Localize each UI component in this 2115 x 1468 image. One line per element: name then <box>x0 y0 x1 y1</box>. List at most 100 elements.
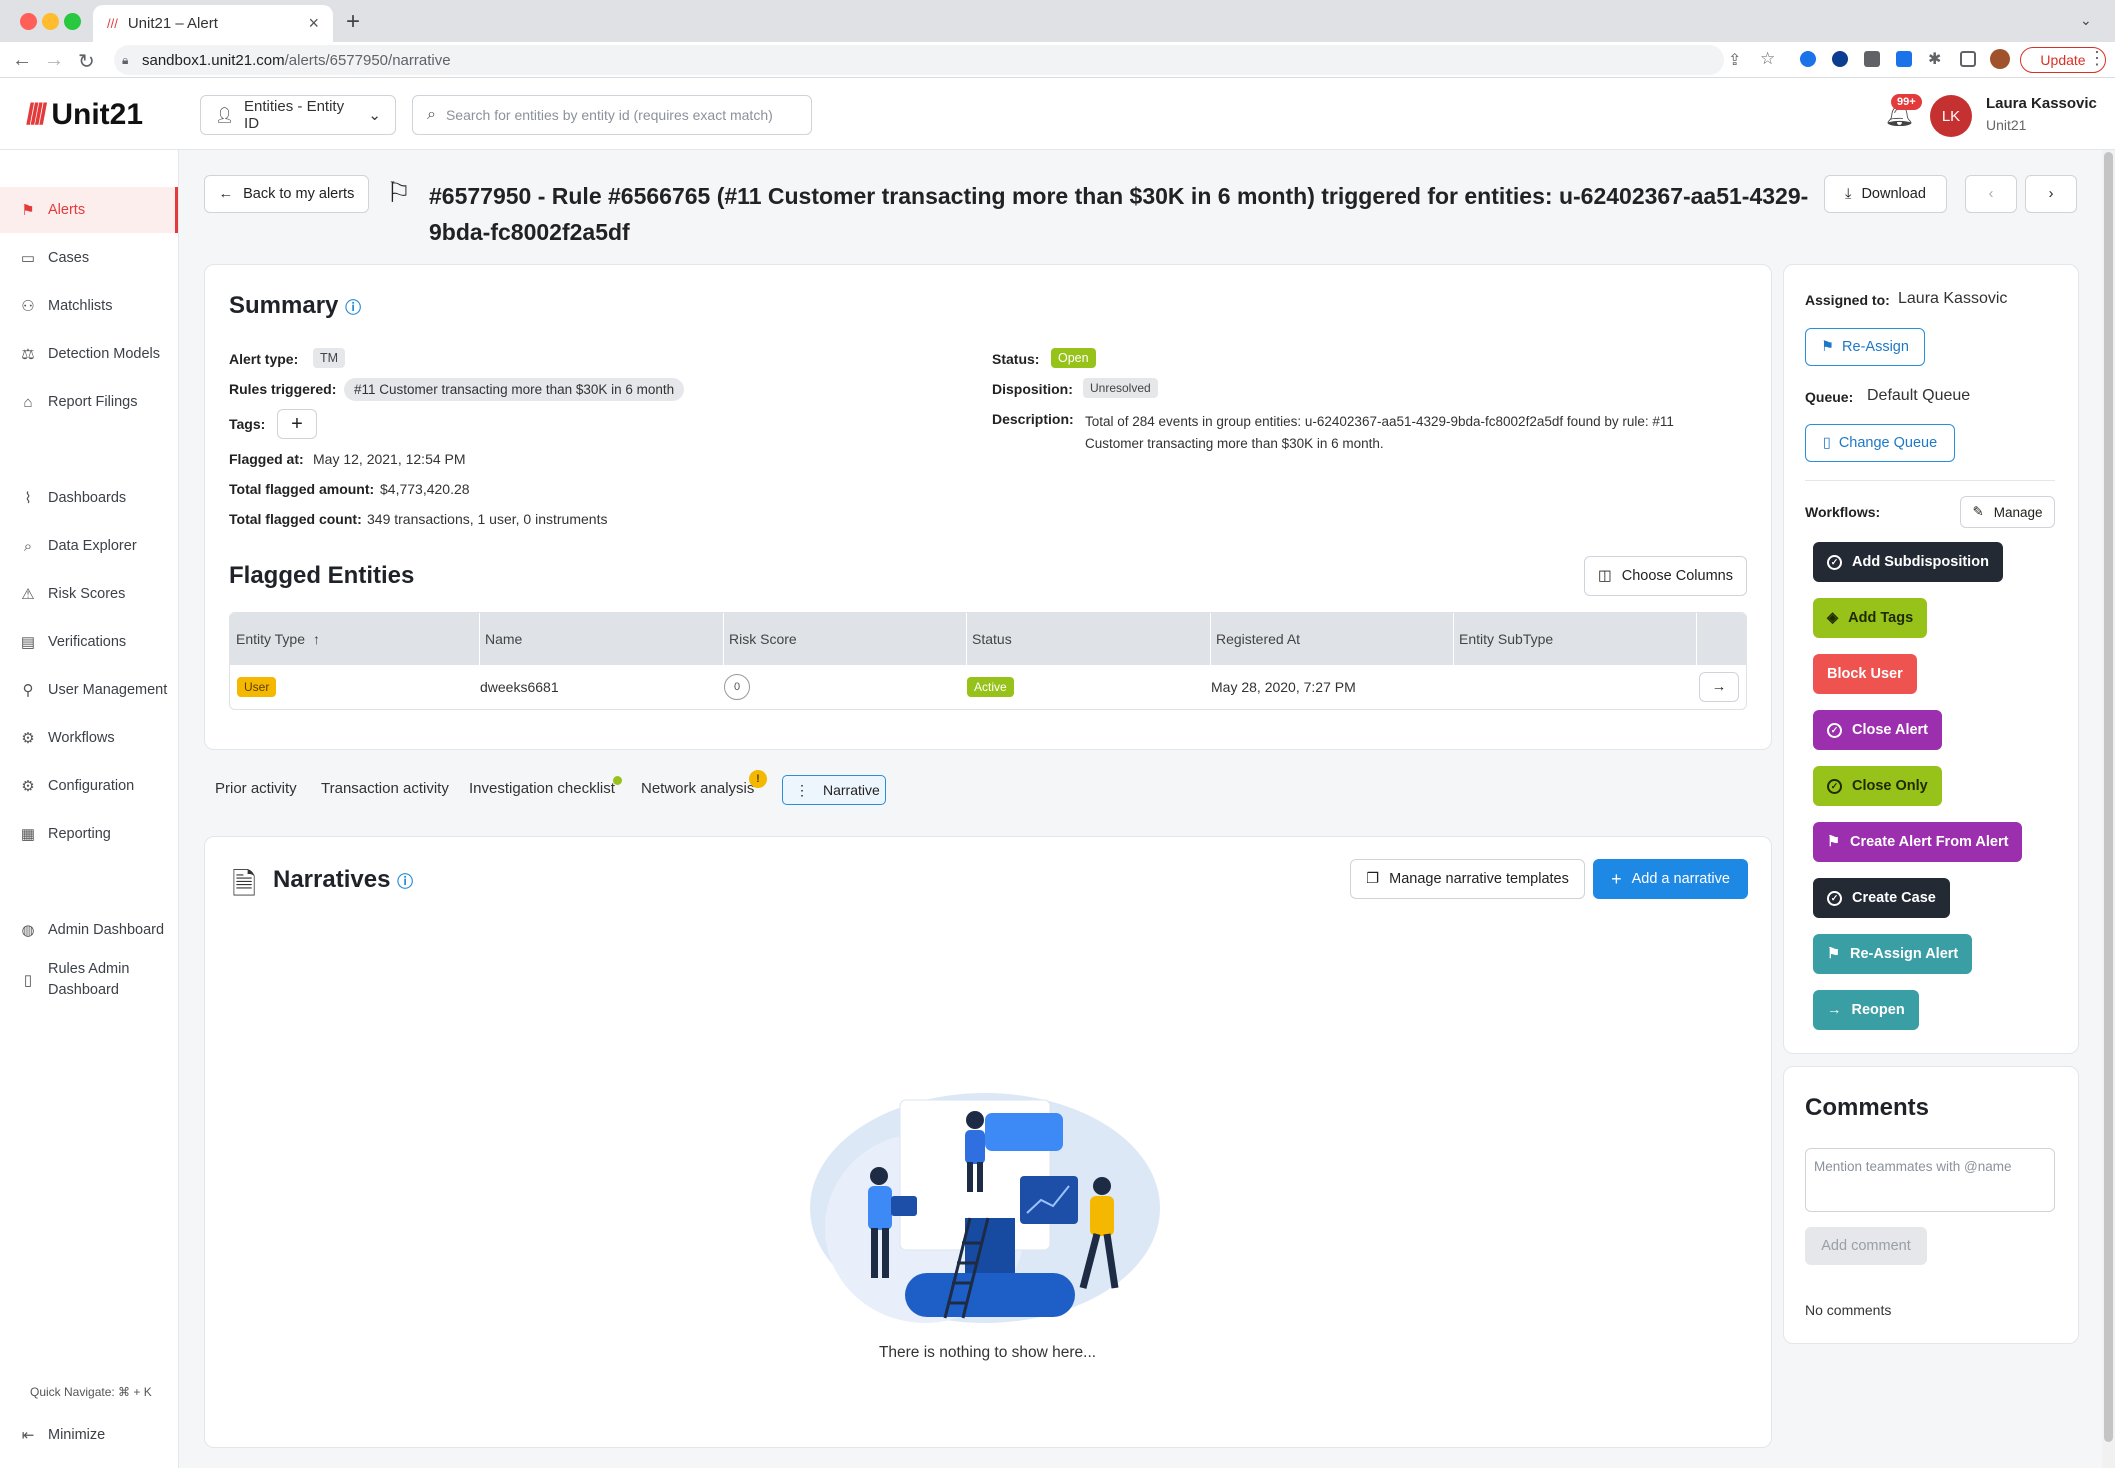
manage-workflows-button[interactable]: ✎ Manage <box>1960 496 2055 528</box>
help-icon[interactable]: ⓘ <box>397 874 413 891</box>
sidebar-item-data-explorer[interactable]: ⌕ Data Explorer <box>0 523 178 569</box>
workflow-reopen-button[interactable]: → Reopen <box>1813 990 1919 1030</box>
back-arrow-icon[interactable]: ← <box>12 49 32 72</box>
column-header-status[interactable]: Status <box>966 613 1012 665</box>
sidebar-item-label: Configuration <box>48 778 135 794</box>
next-alert-button[interactable]: › <box>2025 175 2077 213</box>
alert-title-line1: #6577950 - Rule #6566765 (#11 Customer t… <box>429 183 1809 209</box>
column-header-entity-type[interactable]: Entity Type ↑ <box>236 613 320 665</box>
minimize-window-button[interactable] <box>42 13 59 30</box>
sidebar-item-risk-scores[interactable]: ⚠ Risk Scores <box>0 571 178 617</box>
extension-grey-icon[interactable] <box>1864 51 1880 67</box>
risk-score-circle: 0 <box>724 674 750 700</box>
extension-circle-icon[interactable] <box>1832 51 1848 67</box>
table-row[interactable]: User dweeks6681 0 Active May 28, 2020, 7… <box>230 665 1746 709</box>
change-queue-button[interactable]: ▯ Change Queue <box>1805 424 1955 462</box>
workflow-reassign-alert-button[interactable]: ⚑ Re-Assign Alert <box>1813 934 1973 974</box>
workflow-label: Close Only <box>1852 778 1928 794</box>
rule-chip[interactable]: #11 Customer transacting more than $30K … <box>344 378 685 401</box>
comment-input[interactable]: Mention teammates with @name <box>1805 1148 2055 1212</box>
column-header-registered-at[interactable]: Registered At <box>1210 613 1300 665</box>
user-avatar[interactable]: LK <box>1930 95 1972 137</box>
flagged-at-label: Flagged at: <box>229 451 304 467</box>
forward-arrow-icon[interactable]: → <box>44 49 64 72</box>
sidebar-item-alerts[interactable]: ⚑ Alerts <box>0 187 178 233</box>
close-window-button[interactable] <box>20 13 37 30</box>
divider <box>1805 480 2055 481</box>
tab-transaction-activity[interactable]: Transaction activity <box>321 780 449 797</box>
sidebar-item-workflows[interactable]: ⚙ Workflows <box>0 715 178 761</box>
back-to-alerts-button[interactable]: ← Back to my alerts <box>204 175 369 213</box>
sidebar-item-matchlists[interactable]: ⚇ Matchlists <box>0 283 178 329</box>
new-tab-icon[interactable]: + <box>346 8 360 36</box>
help-icon[interactable]: ⓘ <box>345 300 361 317</box>
summary-heading-text: Summary <box>229 292 339 319</box>
workflow-label: Create Alert From Alert <box>1850 834 2009 850</box>
share-icon[interactable]: ⇪ <box>1728 50 1741 70</box>
bank-icon: ⌂ <box>23 393 33 411</box>
reload-icon[interactable]: ↻ <box>78 49 95 74</box>
column-header-actions <box>1696 613 1697 665</box>
tab-investigation-checklist[interactable]: Investigation checklist <box>469 780 615 797</box>
close-tab-icon[interactable]: × <box>308 13 319 34</box>
extensions-puzzle-icon[interactable]: ✱ <box>1928 49 1941 69</box>
minimize-sidebar-button[interactable]: ⇤ Minimize <box>0 1412 178 1458</box>
tab-network-analysis[interactable]: Network analysis <box>641 780 754 797</box>
workflow-add-tags-button[interactable]: ◈ Add Tags <box>1813 598 1928 638</box>
globe-icon: ◍ <box>21 922 35 939</box>
bookmark-star-icon[interactable]: ☆ <box>1760 49 1775 69</box>
workflow-create-alert-from-alert-button[interactable]: ⚑ Create Alert From Alert <box>1813 822 2023 862</box>
extension-1password-icon[interactable] <box>1800 51 1816 67</box>
sidebar-item-user-management[interactable]: ⚲ User Management <box>0 667 178 713</box>
workflow-close-only-button[interactable]: ✓ Close Only <box>1813 766 1942 806</box>
download-button[interactable]: ⤓ Download <box>1824 175 1947 213</box>
sidebar-item-reporting[interactable]: ▦ Reporting <box>0 811 178 857</box>
arrow-right-icon: → <box>1827 1002 1842 1018</box>
scrollbar-thumb[interactable] <box>2104 152 2113 1442</box>
tab-narrative[interactable]: ⋮ Narrative <box>782 775 886 805</box>
sidebar-item-label: Data Explorer <box>48 538 137 554</box>
sidebar-item-verifications[interactable]: ▤ Verifications <box>0 619 178 665</box>
choose-columns-button[interactable]: ◫ Choose Columns <box>1584 556 1747 596</box>
column-header-name[interactable]: Name <box>479 613 522 665</box>
workflow-label: Add Tags <box>1848 610 1914 626</box>
browser-menu-icon[interactable]: ⋮ <box>2088 48 2106 69</box>
extension-download-icon[interactable] <box>1896 51 1912 67</box>
unit21-logo[interactable]: ////Unit21 <box>26 98 143 132</box>
sidebar-item-label: Cases <box>48 250 90 266</box>
workflow-label: Close Alert <box>1852 722 1929 738</box>
workflow-add-subdisposition-button[interactable]: ✓ Add Subdisposition <box>1813 542 2003 582</box>
maximize-window-button[interactable] <box>64 13 81 30</box>
sidebar-item-configuration[interactable]: ⚙ Configuration <box>0 763 178 809</box>
sidebar-item-detection-models[interactable]: ⚖ Detection Models <box>0 331 178 377</box>
workflow-close-alert-button[interactable]: ✓ Close Alert <box>1813 710 1943 750</box>
open-entity-button[interactable]: → <box>1699 672 1739 702</box>
previous-alert-button[interactable]: ‹ <box>1965 175 2017 213</box>
column-header-risk-score[interactable]: Risk Score <box>723 613 797 665</box>
tab-prior-activity[interactable]: Prior activity <box>215 780 297 797</box>
column-header-entity-subtype[interactable]: Entity SubType <box>1453 613 1553 665</box>
add-comment-button[interactable]: Add comment <box>1805 1227 1927 1265</box>
user-icon: ⚲ <box>22 682 34 699</box>
download-label: Download <box>1861 186 1926 202</box>
add-narrative-button[interactable]: + Add a narrative <box>1593 859 1748 899</box>
reassign-button[interactable]: ⚑ Re-Assign <box>1805 328 1925 366</box>
browser-tab[interactable]: /// Unit21 – Alert × <box>93 5 333 42</box>
sidebar-item-admin-dashboard[interactable]: ◍ Admin Dashboard <box>0 907 178 953</box>
entity-search-input[interactable]: ⌕ Search for entities by entity id (requ… <box>412 95 812 135</box>
sidebar-item-cases[interactable]: ▭ Cases <box>0 235 178 281</box>
workflow-block-user-button[interactable]: Block User <box>1813 654 1917 694</box>
sidepanel-icon[interactable] <box>1960 51 1976 67</box>
sidebar-item-rules-admin-dashboard[interactable]: ▯ Rules Admin Dashboard <box>0 955 178 1005</box>
manage-narrative-templates-button[interactable]: ❐ Manage narrative templates <box>1350 859 1585 899</box>
entity-name[interactable]: dweeks6681 <box>480 679 559 695</box>
user-name[interactable]: Laura Kassovic <box>1986 95 2097 112</box>
address-bar[interactable]: 🔒︎ sandbox1.unit21.com/alerts/6577950/na… <box>114 45 1724 75</box>
entity-type-select[interactable]: 👤︎ Entities - Entity ID ⌄ <box>200 95 396 135</box>
tab-search-chevron-icon[interactable]: ⌄ <box>2080 12 2092 29</box>
sidebar-item-report-filings[interactable]: ⌂ Report Filings <box>0 379 178 425</box>
add-tag-button[interactable]: + <box>277 409 317 439</box>
workflow-create-case-button[interactable]: ✓ Create Case <box>1813 878 1950 918</box>
profile-avatar-icon[interactable] <box>1990 49 2010 69</box>
sidebar-item-dashboards[interactable]: ⌇ Dashboards <box>0 475 178 521</box>
